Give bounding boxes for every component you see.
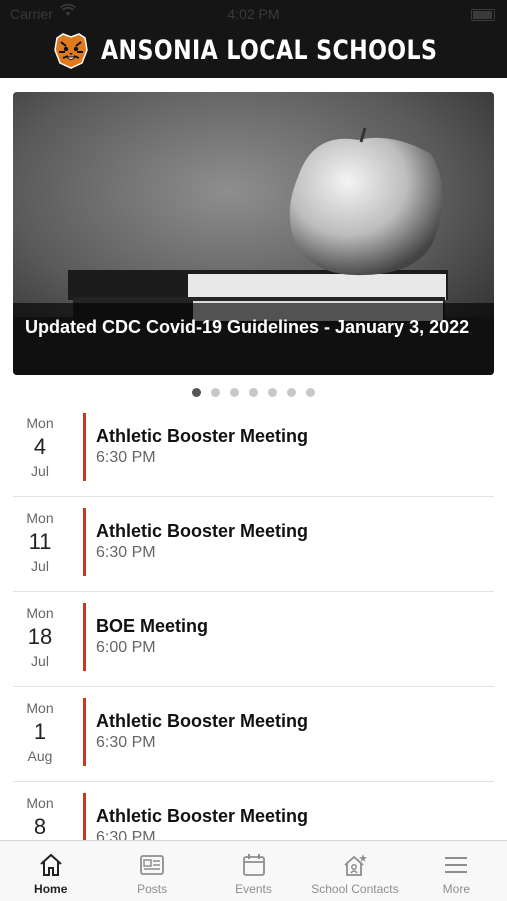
app-title: ANSONIA LOCAL SCHOOLS: [100, 34, 438, 66]
event-day: 18: [27, 624, 53, 649]
event-weekday: Mon: [26, 795, 54, 811]
event-title: BOE Meeting: [96, 616, 209, 636]
event-day: 8: [33, 814, 47, 839]
status-time: 4:02 PM: [227, 6, 280, 22]
event-title: Athletic Booster Meeting: [96, 521, 309, 541]
status-bar: Carrier 4:02 PM: [0, 3, 507, 22]
tab-label: Events: [235, 882, 272, 896]
app-header: Carrier 4:02 PM ANSONIA LOCAL SCHOOLS: [0, 0, 507, 78]
event-month: Jul: [31, 558, 49, 574]
carousel-dot[interactable]: [249, 388, 258, 397]
event-month: Jul: [31, 463, 49, 479]
event-date: Mon 4 Jul: [13, 414, 67, 480]
tab-posts[interactable]: Posts: [101, 841, 202, 901]
event-accent-bar: [83, 698, 86, 766]
event-date: Mon 18 Jul: [13, 604, 67, 670]
hero-title: Updated CDC Covid-19 Guidelines - Januar…: [25, 317, 470, 337]
event-row[interactable]: Mon 8 Athletic Booster Meeting 6:30 PM: [13, 782, 494, 840]
carousel-dot[interactable]: [306, 388, 315, 397]
event-title: Athletic Booster Meeting: [96, 426, 309, 446]
event-weekday: Mon: [26, 510, 54, 526]
tab-more[interactable]: More: [406, 841, 507, 901]
carousel-dot[interactable]: [192, 388, 201, 397]
tab-events[interactable]: Events: [203, 841, 304, 901]
tab-label: More: [442, 882, 470, 896]
event-month: Aug: [27, 748, 53, 764]
event-day: 1: [33, 719, 47, 744]
event-time: 6:30 PM: [96, 829, 156, 840]
battery-icon: [471, 9, 495, 21]
event-accent-bar: [83, 793, 86, 840]
event-day: 11: [28, 529, 52, 554]
event-row[interactable]: Mon 4 Jul Athletic Booster Meeting 6:30 PM: [13, 402, 494, 497]
carousel-dot[interactable]: [287, 388, 296, 397]
tab-school-contacts[interactable]: School Contacts: [304, 841, 405, 901]
event-accent-bar: [83, 603, 86, 671]
hero-caption: Updated CDC Covid-19 Guidelines - Januar…: [13, 303, 494, 375]
event-weekday: Mon: [26, 605, 54, 621]
news-carousel-slide[interactable]: Updated CDC Covid-19 Guidelines - Januar…: [13, 92, 494, 375]
event-month: Jul: [31, 653, 49, 669]
event-date: Mon 1 Aug: [13, 699, 67, 765]
tab-label: Home: [34, 882, 68, 896]
event-date: Mon 8: [13, 794, 67, 840]
carousel-page-indicator[interactable]: [0, 388, 507, 397]
event-title: Athletic Booster Meeting: [96, 711, 309, 731]
tab-home[interactable]: Home: [0, 841, 101, 901]
carousel-dot[interactable]: [230, 388, 239, 397]
event-accent-bar: [83, 508, 86, 576]
event-row[interactable]: Mon 1 Aug Athletic Booster Meeting 6:30 PM: [13, 687, 494, 782]
event-weekday: Mon: [26, 700, 54, 716]
carousel-dot[interactable]: [268, 388, 277, 397]
event-row[interactable]: Mon 11 Jul Athletic Booster Meeting 6:30 PM: [13, 497, 494, 592]
brand: ANSONIA LOCAL SCHOOLS: [0, 30, 507, 70]
event-day: 4: [33, 434, 47, 459]
event-time: 6:00 PM: [96, 639, 156, 656]
carousel-dot[interactable]: [211, 388, 220, 397]
event-time: 6:30 PM: [96, 449, 156, 466]
event-date: Mon 11 Jul: [13, 509, 67, 575]
event-time: 6:30 PM: [96, 544, 156, 561]
tab-label: Posts: [137, 882, 168, 896]
event-time: 6:30 PM: [96, 734, 156, 751]
event-row[interactable]: Mon 18 Jul BOE Meeting 6:00 PM: [13, 592, 494, 687]
event-title: Athletic Booster Meeting: [96, 806, 309, 826]
tab-label: School Contacts: [311, 882, 399, 896]
tab-bar: Home Posts Events School Contacts More: [0, 840, 507, 901]
event-weekday: Mon: [26, 415, 54, 431]
tiger-logo-icon: [51, 30, 91, 70]
events-list: Mon 4 Jul Athletic Booster Meeting 6:30 PM Mo…: [13, 402, 494, 840]
event-accent-bar: [83, 413, 86, 481]
